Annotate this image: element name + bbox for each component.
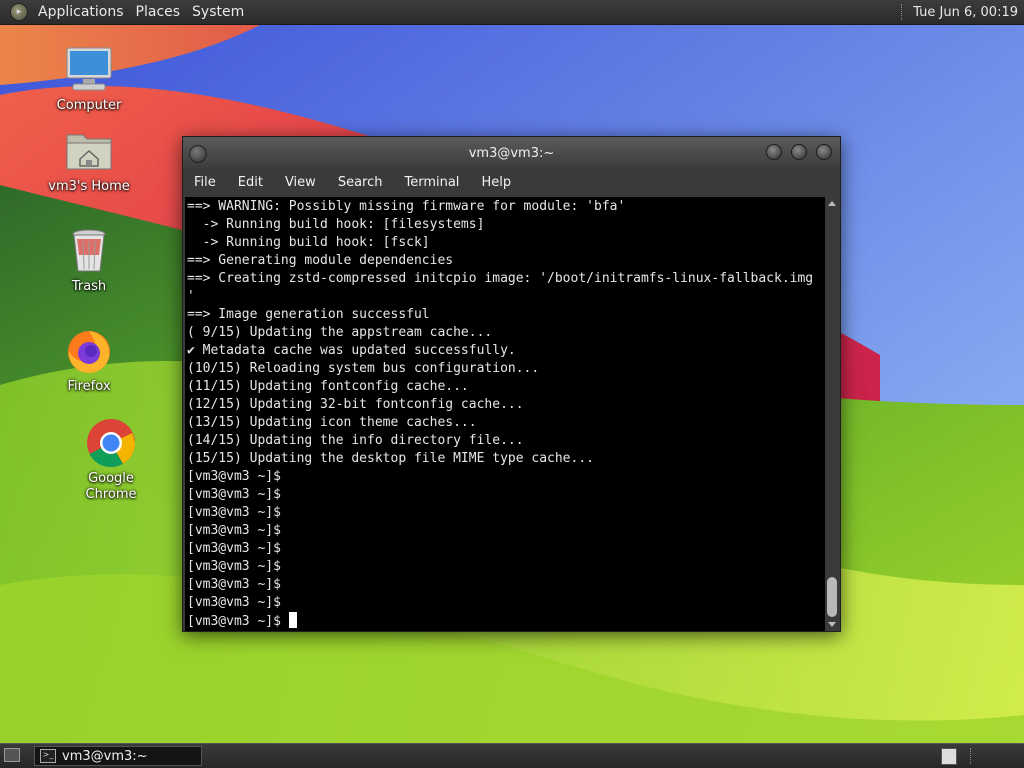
terminal-menubar: File Edit View Search Terminal Help <box>183 169 840 197</box>
trash-icon <box>63 225 115 277</box>
desktop-icon-label: Trash <box>71 279 107 294</box>
show-desktop-icon[interactable] <box>4 748 20 762</box>
terminal-line: [vm3@vm3 ~]$ <box>187 559 281 574</box>
window-menu-icon[interactable] <box>189 145 207 163</box>
scroll-down-icon[interactable] <box>828 622 836 627</box>
terminal-line: ==> Generating module dependencies <box>187 253 454 268</box>
terminal-window[interactable]: vm3@vm3:~ File Edit View Search Terminal… <box>182 136 841 632</box>
panel-grip <box>970 748 971 764</box>
distro-logo-icon[interactable]: ▸ <box>10 3 28 21</box>
terminal-line: -> Running build hook: [fsck] <box>187 235 430 250</box>
menu-search[interactable]: Search <box>327 169 394 197</box>
menu-view[interactable]: View <box>274 169 327 197</box>
applications-menu[interactable]: Applications <box>32 0 130 25</box>
window-titlebar[interactable]: vm3@vm3:~ <box>183 137 840 169</box>
taskbar-button-label: vm3@vm3:~ <box>62 748 148 764</box>
terminal-line: [vm3@vm3 ~]$ <box>187 577 281 592</box>
computer-icon <box>63 44 115 96</box>
terminal-line: ==> Creating zstd-compressed initcpio im… <box>187 271 814 286</box>
terminal-line: (10/15) Reloading system bus configurati… <box>187 361 540 376</box>
terminal-line: ==> Image generation successful <box>187 307 430 322</box>
top-panel: ▸ Applications Places System Tue Jun 6, … <box>0 0 1024 25</box>
terminal-prompt: [vm3@vm3 ~]$ <box>187 614 289 629</box>
text-cursor <box>288 612 297 628</box>
terminal-prompt-line[interactable]: [vm3@vm3 ~]$ <box>187 612 826 630</box>
terminal-line: [vm3@vm3 ~]$ <box>187 487 281 502</box>
terminal-scrollbar[interactable] <box>825 197 839 631</box>
window-title: vm3@vm3:~ <box>468 145 555 161</box>
scrollbar-thumb[interactable] <box>827 577 837 617</box>
taskbar-button-terminal[interactable]: >_ vm3@vm3:~ <box>34 746 202 766</box>
terminal-line: (11/15) Updating fontconfig cache... <box>187 379 469 394</box>
terminal-line: (15/15) Updating the desktop file MIME t… <box>187 451 594 466</box>
system-menu[interactable]: System <box>186 0 250 25</box>
desktop-icon-trash[interactable]: Trash <box>39 225 139 295</box>
bottom-panel: >_ vm3@vm3:~ <box>0 743 1024 768</box>
places-menu[interactable]: Places <box>130 0 187 25</box>
terminal-line: ✔ Metadata cache was updated successfull… <box>187 343 516 358</box>
panel-grip <box>901 4 905 20</box>
close-button[interactable] <box>816 144 832 160</box>
terminal-line: -> Running build hook: [filesystems] <box>187 217 485 232</box>
menu-edit[interactable]: Edit <box>227 169 274 197</box>
clock[interactable]: Tue Jun 6, 00:19 <box>913 5 1024 20</box>
menu-file[interactable]: File <box>183 169 227 197</box>
menu-terminal[interactable]: Terminal <box>393 169 470 197</box>
terminal-line: [vm3@vm3 ~]$ <box>187 505 281 520</box>
scroll-up-icon[interactable] <box>828 201 836 206</box>
desktop-icon-firefox[interactable]: Firefox <box>39 325 139 395</box>
maximize-button[interactable] <box>791 144 807 160</box>
terminal-line: ' <box>187 289 195 304</box>
workspace-switcher[interactable] <box>941 748 957 765</box>
terminal-line: ==> WARNING: Possibly missing firmware f… <box>187 199 626 214</box>
desktop-icon-chrome[interactable]: Google Chrome <box>61 417 161 503</box>
desktop-icon-label: Firefox <box>67 379 111 394</box>
minimize-button[interactable] <box>766 144 782 160</box>
terminal-line: ( 9/15) Updating the appstream cache... <box>187 325 493 340</box>
firefox-icon <box>63 325 115 377</box>
terminal-line: [vm3@vm3 ~]$ <box>187 523 281 538</box>
terminal-line: (14/15) Updating the info directory file… <box>187 433 524 448</box>
desktop-icon-label: Computer <box>56 98 122 113</box>
terminal-line: [vm3@vm3 ~]$ <box>187 469 281 484</box>
terminal-line: [vm3@vm3 ~]$ <box>187 541 281 556</box>
chrome-icon <box>85 417 137 469</box>
desktop-icon-computer[interactable]: Computer <box>39 44 139 114</box>
desktop-icon-label: vm3's Home <box>48 179 130 194</box>
desktop-icon-label: Google Chrome <box>85 471 137 502</box>
terminal-line: (13/15) Updating icon theme caches... <box>187 415 477 430</box>
desktop-icon-home[interactable]: vm3's Home <box>39 125 139 195</box>
terminal-line: [vm3@vm3 ~]$ <box>187 595 281 610</box>
menu-help[interactable]: Help <box>470 169 522 197</box>
terminal-icon: >_ <box>40 749 56 763</box>
home-folder-icon <box>63 125 115 177</box>
terminal-output[interactable]: ==> WARNING: Possibly missing firmware f… <box>185 197 826 631</box>
terminal-line: (12/15) Updating 32-bit fontconfig cache… <box>187 397 524 412</box>
